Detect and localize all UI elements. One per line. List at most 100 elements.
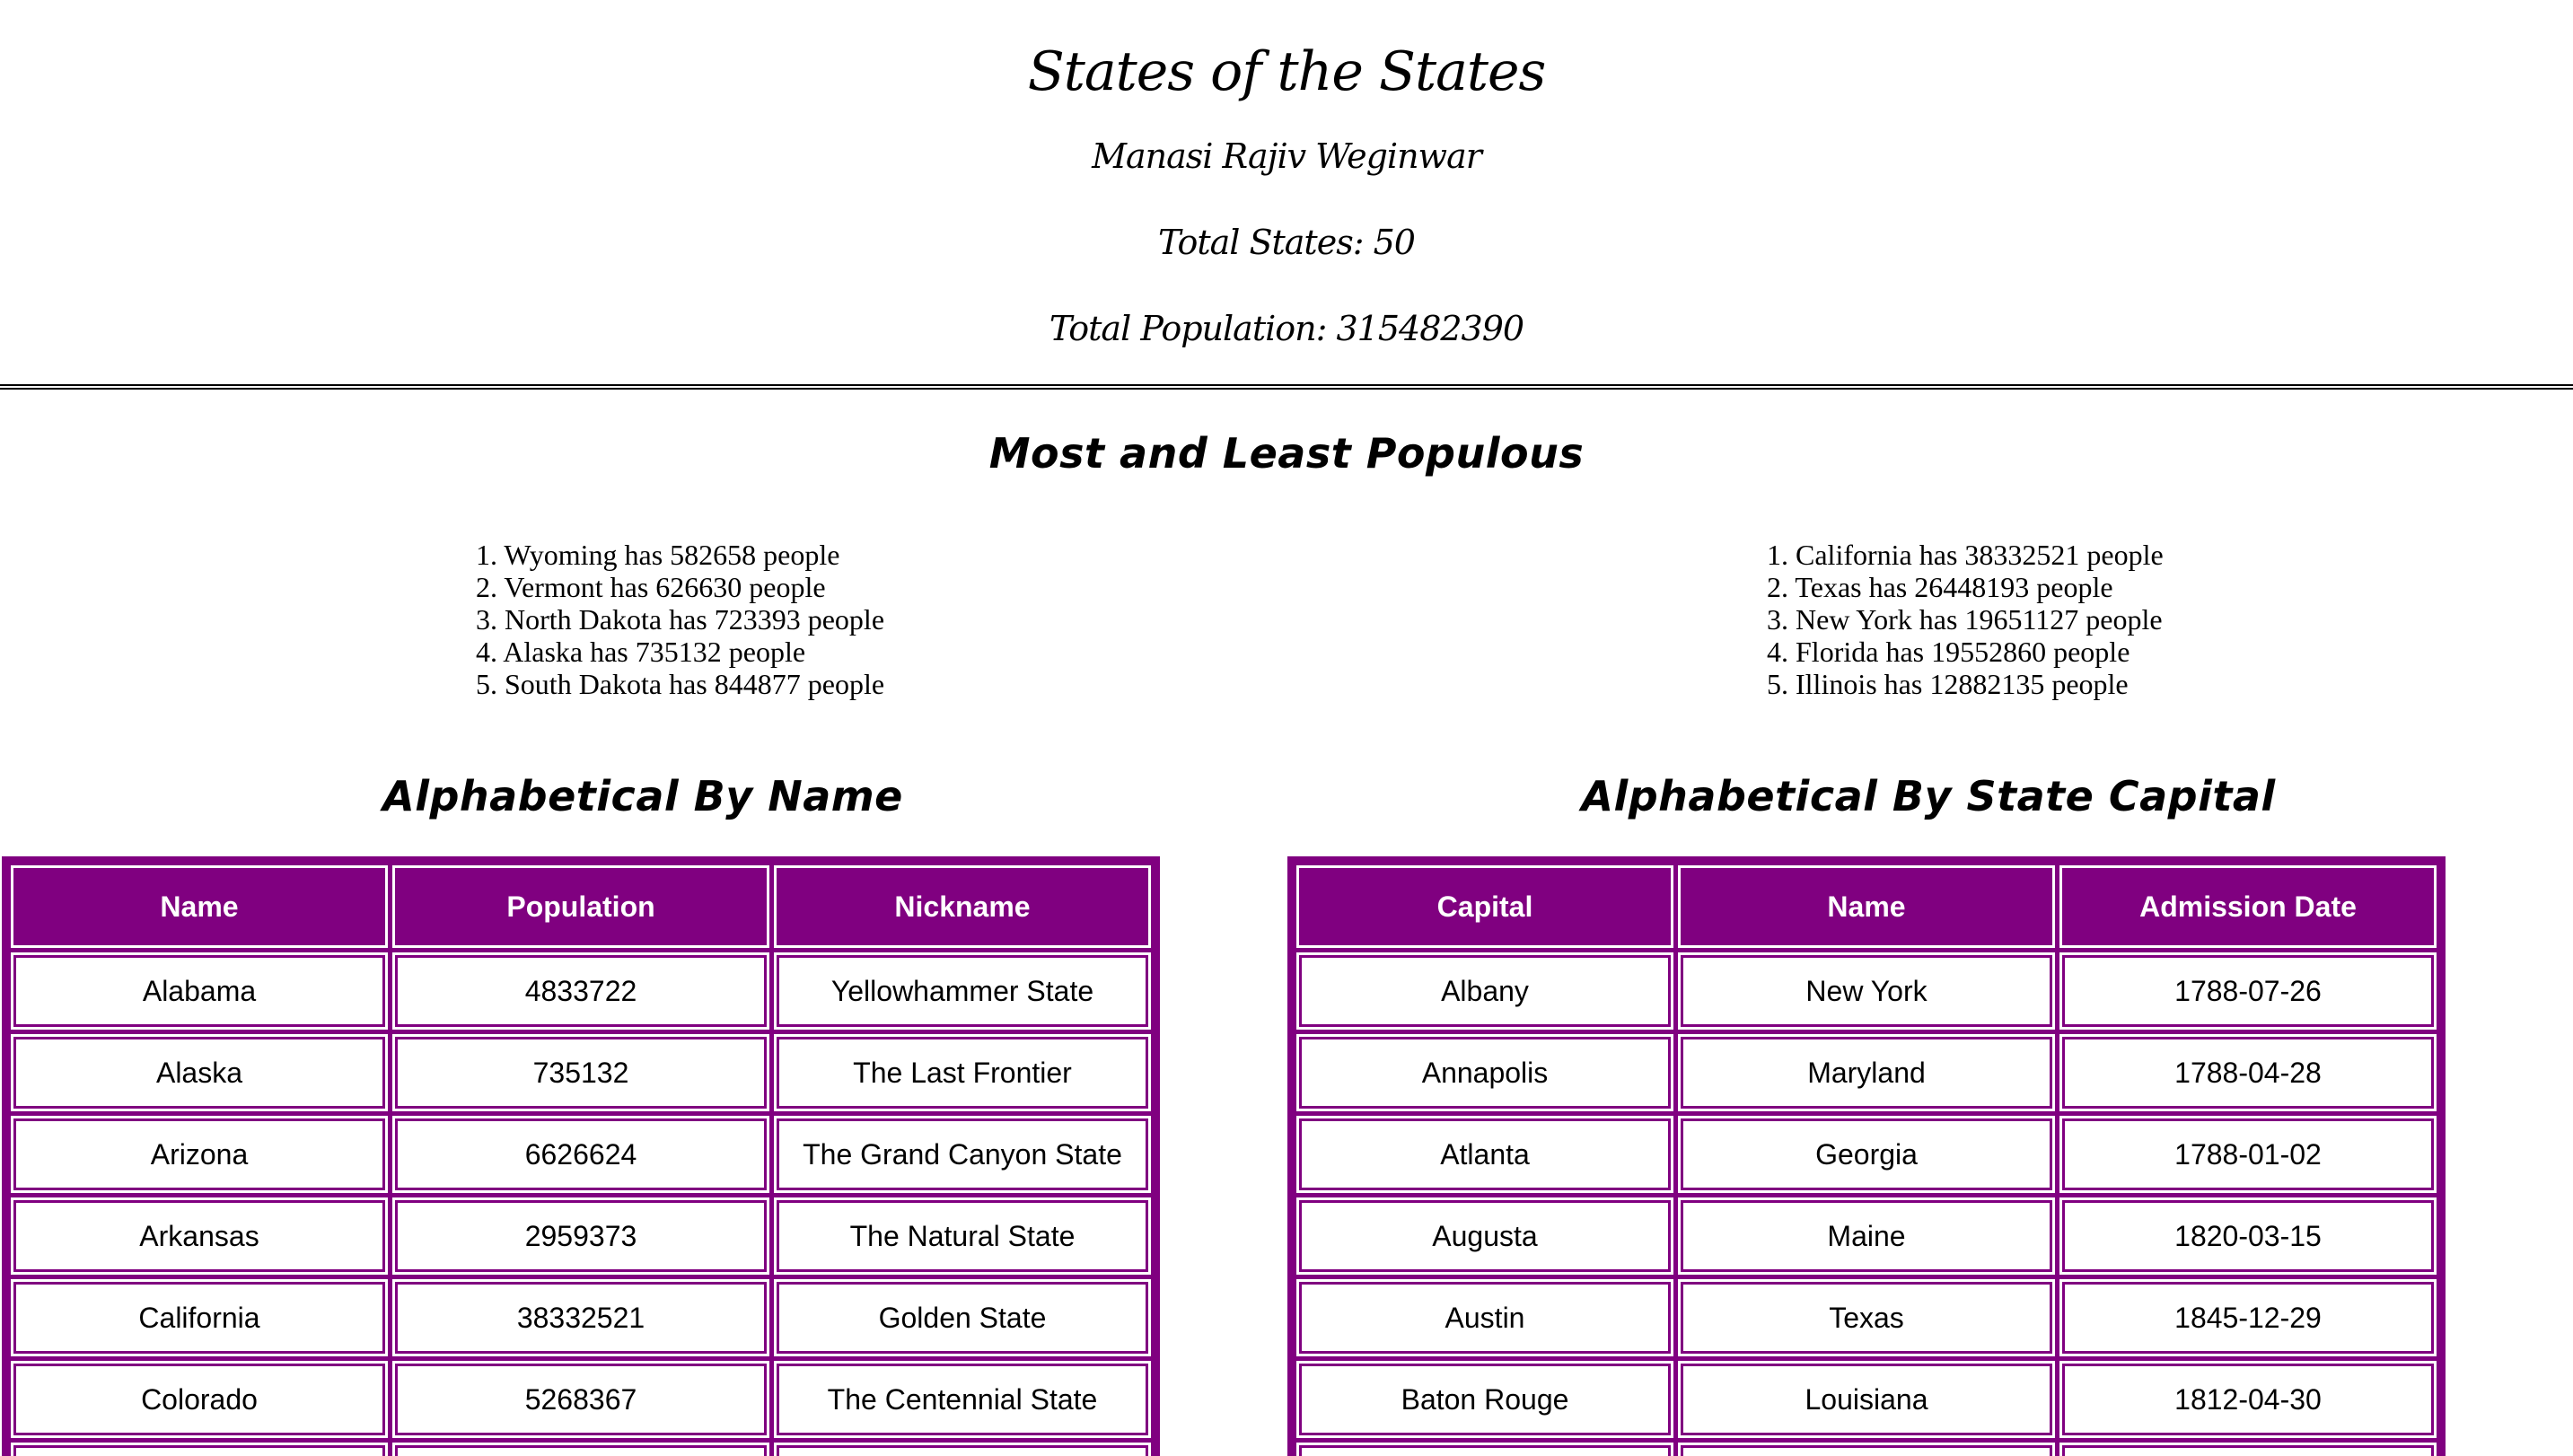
table-cell: Arizona <box>11 1116 388 1193</box>
list-item-text: South Dakota has 844877 people <box>505 668 885 700</box>
table-cell: 1812-04-30 <box>2059 1361 2437 1438</box>
least-populous-item: 5. South Dakota has 844877 people <box>476 668 885 700</box>
table-row: Atlanta Georgia 1788-01-02 <box>1296 1116 2437 1193</box>
table-row: Alabama 4833722 Yellowhammer State <box>11 952 1151 1030</box>
most-populous-item: 4. Florida has 19552860 people <box>1767 636 2130 668</box>
table-cell: Maryland <box>1678 1034 2055 1111</box>
list-item-text: Vermont has 626630 people <box>504 571 826 603</box>
table-cell: Alaska <box>11 1034 388 1111</box>
table-cell <box>2059 1443 2437 1456</box>
table-cell: Arkansas <box>11 1197 388 1275</box>
table-cell <box>1296 1443 1673 1456</box>
page-title: States of the States <box>1027 40 1547 103</box>
by-name-table-container: Name Population Nickname Alabama 4833722… <box>2 856 1160 1456</box>
by-name-table: Name Population Nickname Alabama 4833722… <box>2 856 1160 1456</box>
table-cell: Yellowhammer State <box>774 952 1151 1030</box>
populous-section-title: Most and Least Populous <box>988 429 1585 478</box>
table-cell: California <box>11 1279 388 1356</box>
table-cell: Georgia <box>1678 1116 2055 1193</box>
least-populous-list: 1. Wyoming has 582658 people 2. Vermont … <box>476 539 884 700</box>
table-cell: 1788-07-26 <box>2059 952 2437 1030</box>
table-cell: 1788-01-02 <box>2059 1116 2437 1193</box>
author-name: Manasi Rajiv Weginwar <box>1092 136 1482 176</box>
table-cell: 5268367 <box>392 1361 769 1438</box>
least-populous-item: 4. Alaska has 735132 people <box>476 636 806 668</box>
table-cell <box>392 1443 769 1456</box>
list-item-text: New York has 19651127 people <box>1796 603 2163 636</box>
table-cell: Augusta <box>1296 1197 1673 1275</box>
column-header-nickname: Nickname <box>774 865 1151 948</box>
least-populous-item: 2. Vermont has 626630 people <box>476 571 826 603</box>
table-cell: 1788-04-28 <box>2059 1034 2437 1111</box>
list-item-text: Alaska has 735132 people <box>503 636 806 668</box>
most-populous-item: 3. New York has 19651127 people <box>1767 603 2163 636</box>
table-cell <box>11 1443 388 1456</box>
table-row: Colorado 5268367 The Centennial State <box>11 1361 1151 1438</box>
by-capital-table: Capital Name Admission Date Albany New Y… <box>1287 856 2446 1456</box>
table-cell: 6626624 <box>392 1116 769 1193</box>
list-item-text: Florida has 19552860 people <box>1796 636 2130 668</box>
table-cell <box>1678 1443 2055 1456</box>
total-states: Total States: 50 <box>1158 223 1416 262</box>
column-header-population: Population <box>392 865 769 948</box>
page: States of the States Manasi Rajiv Weginw… <box>0 0 2573 1456</box>
table-cell: Colorado <box>11 1361 388 1438</box>
table-cell: Texas <box>1678 1279 2055 1356</box>
total-population: Total Population: 315482390 <box>1049 309 1524 348</box>
table-cell <box>774 1443 1151 1456</box>
list-item-text: Illinois has 12882135 people <box>1796 668 2129 700</box>
table-cell: The Grand Canyon State <box>774 1116 1151 1193</box>
table-row: Baton Rouge Louisiana 1812-04-30 <box>1296 1361 2437 1438</box>
column-header-name: Name <box>1678 865 2055 948</box>
table-cell: Maine <box>1678 1197 2055 1275</box>
most-populous-item: 5. Illinois has 12882135 people <box>1767 668 2129 700</box>
table-cell: New York <box>1678 952 2055 1030</box>
table-cell: 735132 <box>392 1034 769 1111</box>
table-cell: Atlanta <box>1296 1116 1673 1193</box>
table-cell: Baton Rouge <box>1296 1361 1673 1438</box>
table-cell: Austin <box>1296 1279 1673 1356</box>
table-cell: 2959373 <box>392 1197 769 1275</box>
column-header-admission-date: Admission Date <box>2059 865 2437 948</box>
least-populous-item: 1. Wyoming has 582658 people <box>476 539 840 571</box>
table-cell: The Natural State <box>774 1197 1151 1275</box>
table-cell: Annapolis <box>1296 1034 1673 1111</box>
table-header-row: Capital Name Admission Date <box>1296 865 2437 948</box>
by-capital-table-container: Capital Name Admission Date Albany New Y… <box>1287 856 2446 1456</box>
list-item-text: North Dakota has 723393 people <box>505 603 885 636</box>
table-row: California 38332521 Golden State <box>11 1279 1151 1356</box>
table-row: Arkansas 2959373 The Natural State <box>11 1197 1151 1275</box>
table-row <box>1296 1443 2437 1456</box>
least-populous-item: 3. North Dakota has 723393 people <box>476 603 885 636</box>
table-cell: Alabama <box>11 952 388 1030</box>
list-item-text: Texas has 26448193 people <box>1795 571 2113 603</box>
table-cell: 1820-03-15 <box>2059 1197 2437 1275</box>
by-name-title: Alphabetical By Name <box>382 772 903 820</box>
table-cell: 38332521 <box>392 1279 769 1356</box>
table-row: Alaska 735132 The Last Frontier <box>11 1034 1151 1111</box>
table-cell: Golden State <box>774 1279 1151 1356</box>
table-header-row: Name Population Nickname <box>11 865 1151 948</box>
table-cell: Albany <box>1296 952 1673 1030</box>
list-item-text: Wyoming has 582658 people <box>504 539 840 571</box>
table-cell: The Centennial State <box>774 1361 1151 1438</box>
table-cell: Louisiana <box>1678 1361 2055 1438</box>
table-row: Arizona 6626624 The Grand Canyon State <box>11 1116 1151 1193</box>
table-cell: 4833722 <box>392 952 769 1030</box>
most-populous-list: 1. California has 38332521 people 2. Tex… <box>1767 539 2164 700</box>
most-populous-item: 1. California has 38332521 people <box>1767 539 2164 571</box>
header-divider <box>0 384 2573 390</box>
table-cell: 1845-12-29 <box>2059 1279 2437 1356</box>
table-row: Annapolis Maryland 1788-04-28 <box>1296 1034 2437 1111</box>
table-row <box>11 1443 1151 1456</box>
list-item-text: California has 38332521 people <box>1796 539 2164 571</box>
page-header: States of the States Manasi Rajiv Weginw… <box>0 0 2573 355</box>
table-row: Albany New York 1788-07-26 <box>1296 952 2437 1030</box>
table-row: Augusta Maine 1820-03-15 <box>1296 1197 2437 1275</box>
column-header-capital: Capital <box>1296 865 1673 948</box>
table-row: Austin Texas 1845-12-29 <box>1296 1279 2437 1356</box>
column-header-name: Name <box>11 865 388 948</box>
most-populous-item: 2. Texas has 26448193 people <box>1767 571 2113 603</box>
table-cell: The Last Frontier <box>774 1034 1151 1111</box>
by-capital-title: Alphabetical By State Capital <box>1581 772 2276 820</box>
